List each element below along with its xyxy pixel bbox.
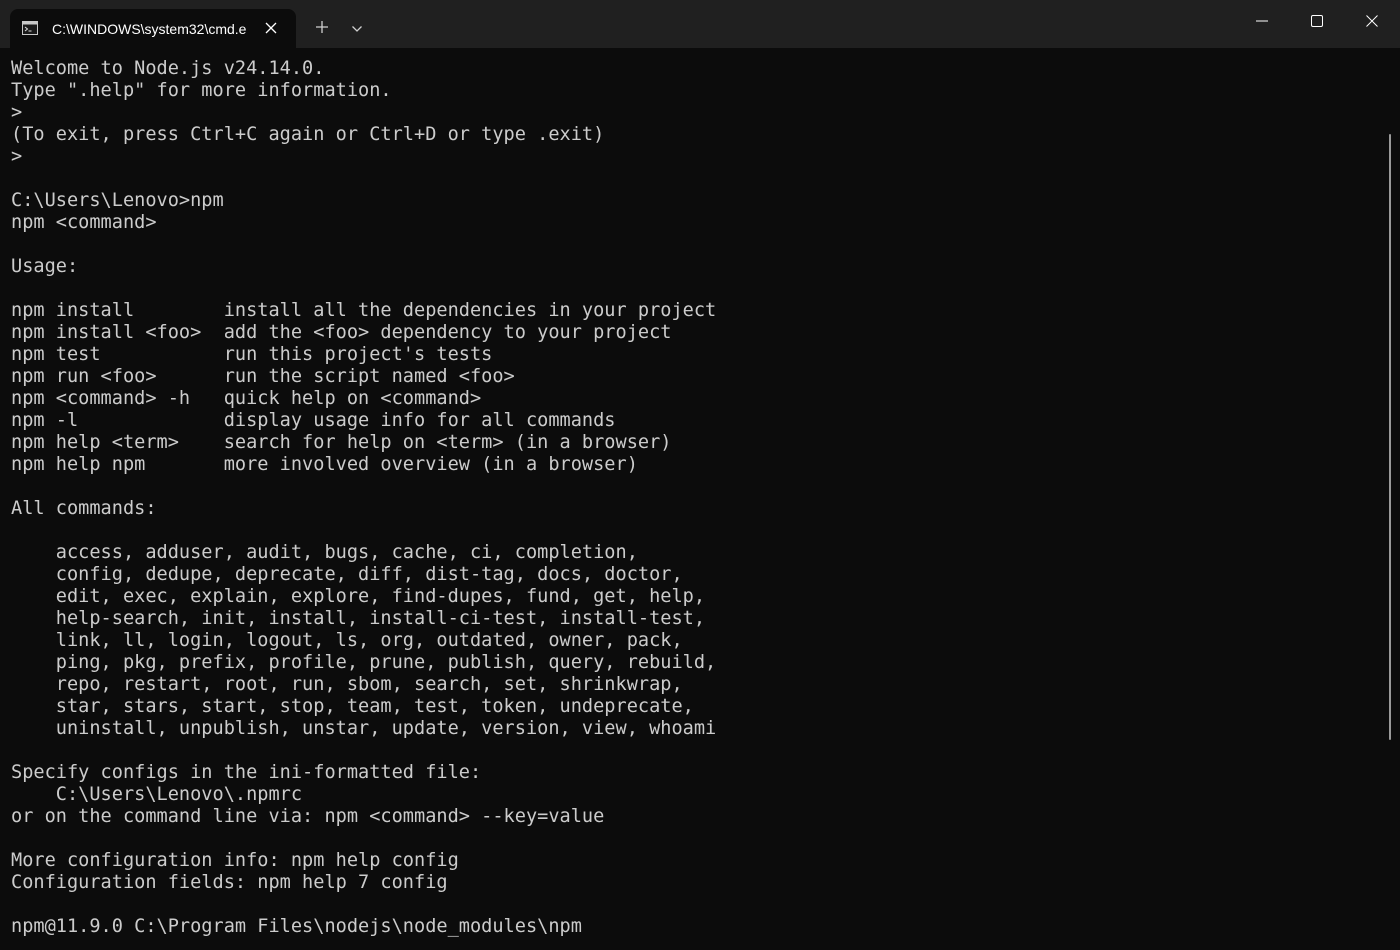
console-line: uninstall, unpublish, unstar, update, ve… (11, 718, 717, 739)
console-line: npm help npm more involved overview (in … (11, 454, 638, 475)
console-line: repo, restart, root, run, sbom, search, … (11, 674, 683, 695)
console-line: npm@11.9.0 C:\Program Files\nodejs\node_… (11, 916, 582, 937)
console-line: or on the command line via: npm <command… (11, 806, 605, 827)
console-line: (To exit, press Ctrl+C again or Ctrl+D o… (11, 124, 605, 145)
console-line: npm <command> (11, 212, 157, 233)
console-line: help-search, init, install, install-ci-t… (11, 608, 706, 629)
minimize-icon (1256, 14, 1268, 32)
console-line: config, dedupe, deprecate, diff, dist-ta… (11, 564, 683, 585)
console-line: All commands: (11, 498, 157, 519)
console-line: Usage: (11, 256, 79, 277)
console-line: npm install install all the dependencies… (11, 300, 717, 321)
console-line: link, ll, login, logout, ls, org, outdat… (11, 630, 683, 651)
console-line: npm help <term> search for help on <term… (11, 432, 672, 453)
console-line: npm install <foo> add the <foo> dependen… (11, 322, 672, 343)
chevron-down-icon (351, 20, 363, 38)
console-line: > (11, 102, 23, 123)
console-line: npm run <foo> run the script named <foo> (11, 366, 515, 387)
console-line: star, stars, start, stop, team, test, to… (11, 696, 694, 717)
console-line: npm test run this project's tests (11, 344, 493, 365)
console-line: More configuration info: npm help config (11, 850, 459, 871)
console-line: ping, pkg, prefix, profile, prune, publi… (11, 652, 717, 673)
console-output[interactable]: Welcome to Node.js v24.14.0. Type ".help"… (11, 58, 1381, 946)
close-icon (1366, 14, 1378, 32)
minimize-button[interactable] (1235, 0, 1289, 46)
cmd-icon (22, 21, 38, 35)
console-line: > (11, 146, 23, 167)
title-bar[interactable]: C:\WINDOWS\system32\cmd.e (0, 0, 1400, 48)
plus-icon (315, 20, 329, 39)
tab-dropdown-button[interactable] (343, 14, 371, 44)
console-line: edit, exec, explain, explore, find-dupes… (11, 586, 706, 607)
console-line: Type ".help" for more information. (11, 80, 392, 101)
console-line: Specify configs in the ini-formatted fil… (11, 762, 482, 783)
console-line: C:\Users\Lenovo\.npmrc (11, 784, 303, 805)
tab-title: C:\WINDOWS\system32\cmd.e (52, 21, 247, 37)
console-line: Configuration fields: npm help 7 config (11, 872, 448, 893)
console-line: npm -l display usage info for all comman… (11, 410, 616, 431)
close-tab-icon[interactable] (262, 19, 280, 37)
new-tab-button[interactable] (305, 14, 339, 44)
terminal-window: C:\WINDOWS\system32\cmd.e Welcome to Nod… (0, 0, 1400, 950)
tab-cmd[interactable]: C:\WINDOWS\system32\cmd.e (10, 9, 296, 48)
maximize-icon (1311, 14, 1323, 32)
vertical-scrollbar[interactable] (1389, 134, 1391, 740)
console-line: npm <command> -h quick help on <command> (11, 388, 482, 409)
console-line: C:\Users\Lenovo>npm (11, 190, 224, 211)
close-window-button[interactable] (1345, 0, 1399, 46)
maximize-button[interactable] (1290, 0, 1344, 46)
console-line: Welcome to Node.js v24.14.0. (11, 58, 325, 79)
console-line: access, adduser, audit, bugs, cache, ci,… (11, 542, 638, 563)
